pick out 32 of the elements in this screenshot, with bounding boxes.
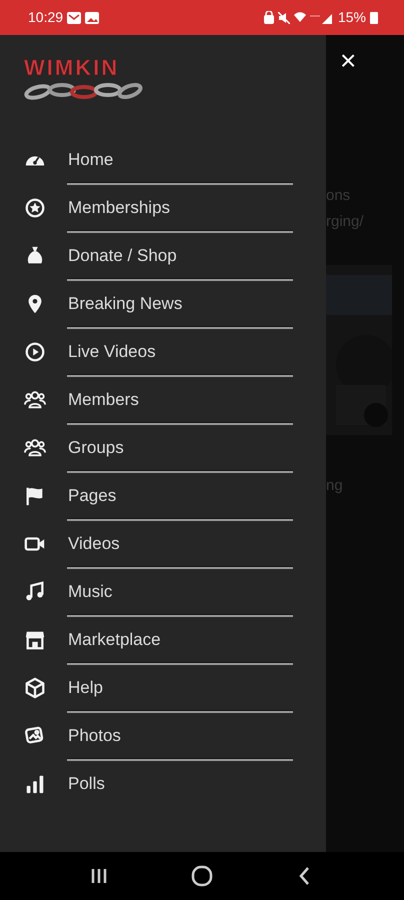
wifi-icon xyxy=(294,12,306,24)
image-icon xyxy=(85,12,100,24)
menu-item[interactable]: Music xyxy=(68,578,112,604)
cube-icon xyxy=(24,676,46,698)
users-icon xyxy=(24,436,46,458)
users-icon xyxy=(24,388,46,410)
close-button[interactable]: × xyxy=(336,45,360,77)
menu-item[interactable]: Videos xyxy=(68,530,120,556)
menu-item[interactable]: Marketplace xyxy=(68,626,161,652)
lock-icon xyxy=(264,11,274,24)
status-time: 10:29 xyxy=(28,8,64,27)
menu-item[interactable]: Groups xyxy=(68,434,124,460)
mail-icon xyxy=(67,12,82,24)
menu-item[interactable]: Breaking News xyxy=(68,290,182,316)
mute-icon xyxy=(278,12,290,24)
menu-item[interactable]: Pages xyxy=(68,482,116,508)
menu-item[interactable]: Help xyxy=(68,674,103,700)
battery-icon xyxy=(370,11,378,24)
menu-item[interactable]: Donate / Shop xyxy=(68,242,177,268)
battery-level: 15% xyxy=(338,8,366,27)
home-icon[interactable] xyxy=(190,864,214,888)
menu-item[interactable]: Home xyxy=(68,146,114,172)
menu-item[interactable]: Members xyxy=(68,386,139,412)
menu-item[interactable]: Polls xyxy=(68,770,105,796)
menu-item[interactable]: Photos xyxy=(68,722,121,748)
logo-text: WIMKIN xyxy=(24,57,120,79)
menu-item[interactable]: Live Videos xyxy=(68,338,156,364)
signal-icon xyxy=(310,12,334,24)
play-icon xyxy=(24,340,46,362)
menu-item[interactable]: Memberships xyxy=(68,194,170,220)
music-icon xyxy=(24,580,46,602)
photos-icon xyxy=(24,724,46,746)
